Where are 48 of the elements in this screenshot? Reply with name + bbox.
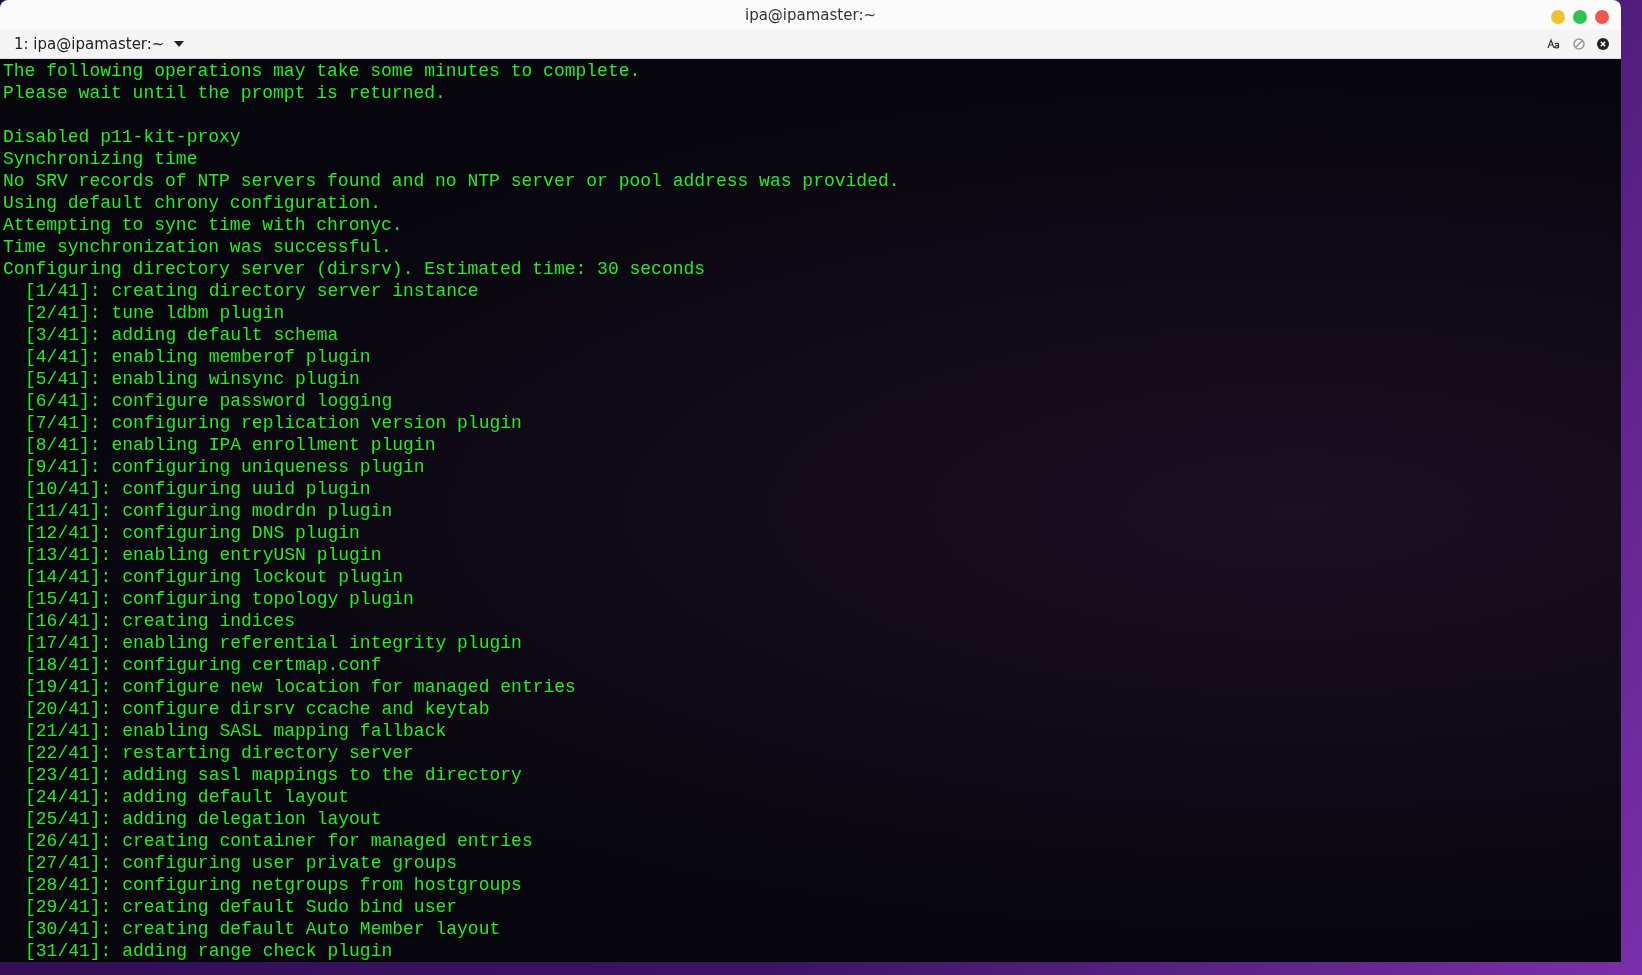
terminal-line: Synchronizing time (3, 148, 198, 170)
terminal-line: [21/41]: enabling SASL mapping fallback (25, 720, 447, 742)
terminal-line: [16/41]: creating indices (25, 610, 296, 632)
terminal-line: [11/41]: configuring modrdn plugin (25, 500, 393, 522)
terminal-line: No SRV records of NTP servers found and no NTP server or pool address was provided. (3, 170, 900, 192)
terminal-line: [9/41]: configuring uniqueness plugin (25, 456, 425, 478)
terminal-line: Disabled p11-kit-proxy (3, 126, 241, 148)
blocked-icon[interactable] (1573, 37, 1585, 50)
terminal-line: Please wait until the prompt is returned. (3, 82, 446, 104)
close-icon[interactable] (1597, 37, 1609, 50)
terminal-line: Using default chrony configuration. (3, 192, 382, 214)
terminal-line: [15/41]: configuring topology plugin (25, 588, 414, 610)
terminal-line: [5/41]: enabling winsync plugin (25, 368, 360, 390)
terminal-line: [17/41]: enabling referential integrity plugin (25, 632, 522, 654)
terminal-tab[interactable]: 1: ipa@ipamaster:~ (8, 32, 191, 55)
terminal-line: [29/41]: creating default Sudo bind user (25, 896, 458, 918)
terminal-line: [19/41]: configure new location for managed entries (25, 676, 576, 698)
terminal-line: [22/41]: restarting directory server (25, 742, 414, 764)
terminal-line: [20/41]: configure dirsrv ccache and keytab (25, 698, 490, 720)
maximize-button[interactable] (1573, 10, 1587, 24)
terminal-line: [12/41]: configuring DNS plugin (25, 522, 360, 544)
font-size-icon[interactable] (1547, 37, 1561, 50)
terminal-line: [28/41]: configuring netgroups from hostgroups (25, 874, 522, 896)
terminal-line: [7/41]: configuring replication version plugin (25, 412, 522, 434)
terminal-line: [31/41]: adding range check plugin (25, 940, 393, 962)
terminal-line: Configuring directory server (dirsrv). Estimated time: 30 seconds (3, 258, 706, 280)
terminal-line: [13/41]: enabling entryUSN plugin (25, 544, 382, 566)
terminal-line: [1/41]: creating directory server instance (25, 280, 479, 302)
terminal-line: [30/41]: creating default Auto Member layout (25, 918, 501, 940)
terminal-line: [4/41]: enabling memberof plugin (25, 346, 371, 368)
terminal-line: Attempting to sync time with chronyc. (3, 214, 403, 236)
caret-icon (174, 40, 185, 47)
terminal-line: [23/41]: adding sasl mappings to the directory (25, 764, 522, 786)
terminal-line: [14/41]: configuring lockout plugin (25, 566, 404, 588)
terminal-line: [24/41]: adding default layout (25, 786, 350, 808)
terminal-line: The following operations may take some minutes to complete. (3, 60, 641, 82)
terminal-line: [25/41]: adding delegation layout (25, 808, 382, 830)
terminal-line: [10/41]: configuring uuid plugin (25, 478, 371, 500)
window-title: ipa@ipamaster:~ (745, 5, 876, 24)
terminal-line: [2/41]: tune ldbm plugin (25, 302, 285, 324)
terminal-line: [27/41]: configuring user private groups (25, 852, 458, 874)
terminal-line: Time synchronization was successful. (3, 236, 392, 258)
terminal-line: [18/41]: configuring certmap.conf (25, 654, 382, 676)
terminal-line: [6/41]: configure password logging (25, 390, 393, 412)
terminal-line: [26/41]: creating container for managed entries (25, 830, 533, 852)
terminal-line: [3/41]: adding default schema (25, 324, 339, 346)
close-button[interactable] (1595, 10, 1609, 24)
terminal-line: [8/41]: enabling IPA enrollment plugin (25, 434, 436, 456)
